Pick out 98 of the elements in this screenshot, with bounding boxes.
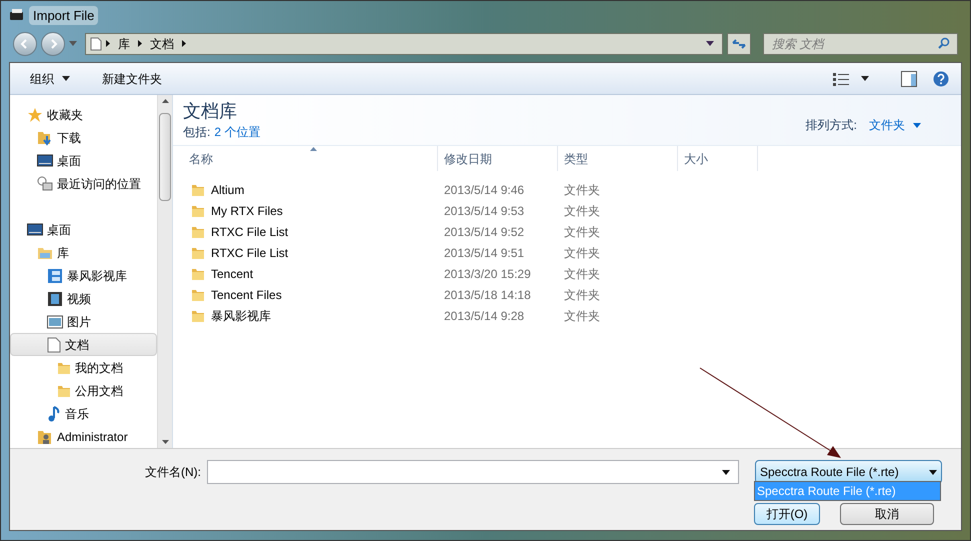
folder-icon [191, 288, 205, 302]
nav-item[interactable]: 文档 [10, 333, 157, 356]
modified-date: 2013/5/14 9:53 [443, 202, 526, 220]
nav-item[interactable]: 暴风影视库 [10, 264, 157, 287]
column-header[interactable]: 名称 [183, 146, 438, 171]
search-icon [938, 36, 950, 49]
scroll-up-icon [162, 99, 168, 103]
locations-link[interactable]: 2 个位置 [214, 123, 260, 141]
file-name[interactable]: My RTX Files [173, 202, 438, 220]
library-title: 文档库 [183, 100, 238, 123]
file-type: 文件夹 [563, 244, 601, 262]
film-icon [47, 290, 63, 306]
modified-date: 2013/5/14 9:46 [443, 182, 526, 198]
nav-item[interactable]: 公用文档 [10, 379, 157, 402]
film-strip-icon [47, 268, 63, 284]
document-icon [47, 336, 61, 352]
nav-item[interactable]: 最近访问的位置 [10, 172, 157, 195]
modified-date: 2013/5/18 14:18 [443, 286, 532, 304]
folder-icon [57, 360, 71, 374]
dropdown-caret-icon [722, 470, 730, 474]
nav-item[interactable]: 库 [10, 241, 157, 264]
music-note-icon [47, 406, 61, 422]
column-header[interactable]: 大小 [678, 146, 758, 171]
dropdown-caret-icon [706, 41, 714, 46]
preview-pane-icon[interactable] [901, 70, 917, 86]
file-type: 文件夹 [563, 224, 601, 240]
organize-menu[interactable]: 组织 [22, 66, 78, 90]
folder-icon [191, 224, 205, 238]
folder-icon [191, 266, 205, 280]
scroll-down-icon [162, 440, 168, 444]
dropdown-caret-icon [68, 41, 77, 46]
dropdown-caret-icon [62, 76, 70, 81]
view-list-icon[interactable] [833, 72, 849, 86]
nav-item[interactable]: 视频 [10, 287, 157, 310]
column-header[interactable]: 类型 [558, 146, 678, 171]
file-type: 文件夹 [563, 202, 601, 220]
file-name[interactable]: Tencent [173, 264, 438, 282]
picture-icon [47, 314, 63, 328]
file-type: 文件夹 [563, 286, 601, 304]
document-icon [90, 36, 102, 51]
column-header[interactable]: 修改日期 [438, 146, 558, 171]
dropdown-caret-icon [929, 470, 937, 474]
file-name[interactable]: 暴风影视库 [173, 306, 438, 324]
nav-item[interactable]: 音乐 [10, 402, 157, 425]
folder-icon [57, 384, 71, 398]
breadcrumb-item[interactable]: 库 [118, 34, 130, 53]
open-button[interactable]: 打开(O) [754, 503, 820, 525]
address-bar[interactable]: 库 文档 [84, 32, 724, 55]
folder-icon [191, 246, 205, 260]
file-name[interactable]: Altium [173, 180, 438, 198]
modified-date: 2013/3/20 15:29 [443, 266, 532, 282]
modified-date: 2013/5/14 9:52 [443, 224, 526, 240]
scroll-thumb[interactable] [159, 112, 171, 200]
nav-item[interactable]: 我的文档 [10, 356, 157, 379]
file-type: 文件夹 [563, 308, 601, 324]
nav-item[interactable]: 桌面 [10, 149, 157, 172]
refresh-button[interactable] [727, 32, 751, 55]
nav-item[interactable]: 桌面 [10, 218, 157, 241]
file-name[interactable]: RTXC File List [173, 222, 438, 240]
folder-with-arrow-icon [37, 130, 53, 146]
arrange-by-label: 排列方式: [806, 117, 857, 134]
nav-item[interactable]: 收藏夹 [10, 103, 157, 126]
new-folder-button[interactable]: 新建文件夹 [94, 66, 170, 90]
sort-arrow-icon [310, 147, 317, 151]
breadcrumb-arrow-icon [182, 40, 186, 48]
monitor-icon [37, 154, 53, 168]
scrollbar[interactable] [157, 95, 172, 448]
includes-label: 包括: [183, 124, 210, 141]
filename-label: 文件名(N): [144, 464, 202, 481]
file-type: 文件夹 [563, 266, 601, 282]
arrange-by-dropdown[interactable]: 文件夹 [869, 116, 921, 134]
nav-item[interactable]: 图片 [10, 310, 157, 333]
monitor-icon [27, 222, 43, 236]
breadcrumb-item[interactable]: 文档 [150, 34, 174, 53]
file-name[interactable]: RTXC File List [173, 244, 438, 262]
star-icon [27, 106, 43, 122]
cancel-button[interactable]: 取消 [840, 503, 934, 525]
folder-icon [191, 182, 205, 196]
dropdown-caret-icon [913, 122, 921, 128]
folder-icon [191, 308, 205, 322]
filename-field[interactable] [207, 460, 739, 484]
forward-button[interactable] [40, 32, 65, 56]
back-button[interactable] [13, 32, 37, 56]
nav-item[interactable]: Administrator [10, 425, 157, 448]
file-type: 文件夹 [563, 182, 601, 198]
search-field[interactable]: 搜索 文档 [763, 32, 958, 55]
folder-icon [191, 204, 205, 218]
modified-date: 2013/5/14 9:51 [443, 244, 526, 262]
nav-item[interactable]: 下载 [10, 126, 157, 149]
breadcrumb-arrow-icon [138, 40, 142, 48]
refresh-arrows-icon [732, 38, 746, 50]
dropdown-caret-icon[interactable] [861, 76, 869, 81]
modified-date: 2013/5/14 9:28 [443, 308, 526, 324]
file-name[interactable]: Tencent Files [173, 286, 438, 304]
breadcrumb-arrow-icon [106, 40, 110, 48]
help-icon[interactable] [933, 70, 949, 86]
window-title: Import File [29, 6, 98, 25]
user-folder-icon [37, 428, 53, 444]
